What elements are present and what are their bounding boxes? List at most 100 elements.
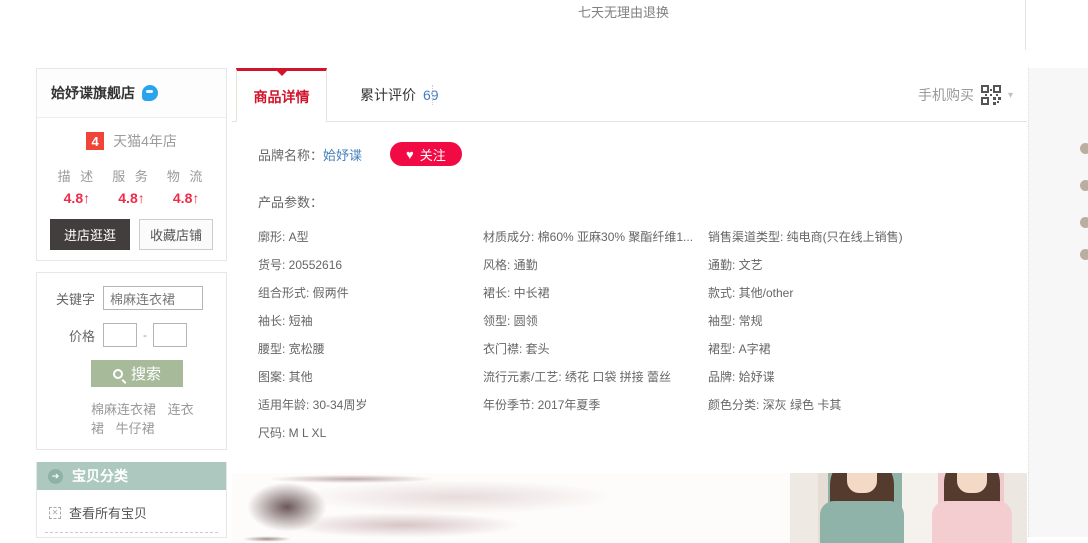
param-item: 适用年龄: 30-34周岁 (258, 391, 483, 419)
rating-value: 4.8↑ (167, 190, 206, 206)
price-min-input[interactable] (103, 323, 137, 347)
price-max-input[interactable] (153, 323, 187, 347)
rating-label: 描 述 (58, 166, 97, 185)
tab-divider (432, 85, 433, 105)
up-arrow-icon: ↑ (83, 190, 90, 206)
rating-label: 物 流 (167, 166, 206, 185)
price-label: 价格 (51, 326, 95, 345)
heart-icon: ♥ (406, 147, 414, 162)
param-item: 腰型: 宽松腰 (258, 335, 483, 363)
product-detail-panel: 商品详情 累计评价 69 手机购买 ▾ 品牌名称： 姶妤谍 (232, 68, 1027, 537)
param-item: 品牌: 姶妤谍 (708, 363, 1027, 391)
param-item: 衣门襟: 套头 (483, 335, 708, 363)
side-nav-dot[interactable] (1080, 143, 1088, 154)
param-item: 销售渠道类型: 纯电商(只在线上销售) (708, 223, 1027, 251)
chevron-down-icon: ▾ (1008, 90, 1013, 101)
search-button[interactable]: 搜索 (91, 360, 183, 387)
param-item: 领型: 圆领 (483, 307, 708, 335)
shop-header: 姶妤谍旗舰店 (37, 69, 226, 118)
params-title: 产品参数： (258, 192, 1027, 211)
side-nav-dot[interactable] (1080, 217, 1088, 228)
param-item: 组合形式: 假两件 (258, 279, 483, 307)
shop-buttons: 进店逛逛 收藏店铺 (37, 219, 226, 250)
hot-link[interactable]: 棉麻连衣裙 (91, 402, 156, 417)
model-face (957, 473, 987, 493)
view-all-items[interactable]: ✕ 查看所有宝贝 (49, 503, 226, 522)
param-item: 袖型: 常规 (708, 307, 1027, 335)
side-nav-dot[interactable] (1080, 180, 1088, 191)
brand-row: 品牌名称： 姶妤谍 ♥ 关注 (258, 142, 1027, 166)
rating-label: 服 务 (112, 166, 151, 185)
shop-search-card: 关键字 价格 - 搜索 棉麻连衣裙 连衣裙 牛仔裙 (36, 272, 227, 450)
shop-card: 姶妤谍旗舰店 4 天猫4年店 描 述 4.8↑ 服 务 4.8↑ 物 流 4.8… (36, 68, 227, 261)
tab-reviews[interactable]: 累计评价 69 (342, 68, 457, 122)
rating-desc: 描 述 4.8↑ (58, 166, 97, 206)
favorite-shop-button[interactable]: 收藏店铺 (139, 219, 213, 250)
param-item: 颜色分类: 深灰 绿色 卡其 (708, 391, 1027, 419)
mobile-buy-label: 手机购买 (918, 85, 974, 105)
param-item: 通勤: 文艺 (708, 251, 1027, 279)
category-header[interactable]: ➔ 宝贝分类 (37, 462, 226, 490)
model-face (847, 473, 877, 493)
param-item: 材质成分: 棉60% 亚麻30% 聚酯纤维1... (483, 223, 708, 251)
active-tab-arrow (277, 71, 287, 76)
keyword-label: 关键字 (51, 289, 95, 308)
params-grid: 廓形: A型 材质成分: 棉60% 亚麻30% 聚酯纤维1... 销售渠道类型:… (258, 223, 1027, 447)
param-item: 裙长: 中长裙 (483, 279, 708, 307)
shop-ratings: 描 述 4.8↑ 服 务 4.8↑ 物 流 4.8↑ (37, 166, 226, 206)
side-nav-dot[interactable] (1080, 249, 1088, 260)
rating-number: 4.8 (173, 190, 192, 206)
keyword-row: 关键字 (51, 286, 226, 310)
hot-keyword-links: 棉麻连衣裙 连衣裙 牛仔裙 (91, 400, 211, 438)
tab-detail-label: 商品详情 (254, 87, 310, 107)
service-notice: 七天无理由退换 (578, 2, 669, 21)
param-item: 货号: 20552616 (258, 251, 483, 279)
param-item: 尺码: M L XL (258, 419, 483, 447)
shop-name-link[interactable]: 姶妤谍旗舰店 (51, 83, 135, 103)
param-item: 流行元素/工艺: 绣花 口袋 拼接 蕾丝 (483, 363, 708, 391)
enter-shop-button[interactable]: 进店逛逛 (50, 219, 130, 250)
rating-value: 4.8↑ (58, 190, 97, 206)
shop-badge-row: 4 天猫4年店 (37, 131, 226, 151)
brand-label: 品牌名称： (258, 145, 323, 164)
view-all-label: 查看所有宝贝 (69, 503, 147, 522)
detail-content: 品牌名称： 姶妤谍 ♥ 关注 产品参数： 廓形: A型 材质成分: 棉60% 亚… (232, 142, 1027, 543)
tab-product-detail[interactable]: 商品详情 (236, 68, 327, 122)
category-card: ➔ 宝贝分类 ✕ 查看所有宝贝 (36, 462, 227, 538)
category-title: 宝贝分类 (72, 466, 128, 486)
search-icon (113, 369, 123, 379)
brand-name-link[interactable]: 姶妤谍 (323, 145, 362, 164)
watercolor-branch-art (232, 473, 790, 543)
mobile-buy-trigger[interactable]: 手机购买 ▾ (918, 68, 1013, 122)
tab-reviews-label: 累计评价 (360, 85, 416, 105)
shop-year-badge: 4 (86, 132, 104, 150)
shop-year-label: 天猫4年店 (113, 131, 177, 151)
rating-logistics: 物 流 4.8↑ (167, 166, 206, 206)
rating-number: 4.8 (64, 190, 83, 206)
param-item: 年份季节: 2017年夏季 (483, 391, 708, 419)
hot-link[interactable]: 牛仔裙 (116, 421, 155, 436)
price-row: 价格 - (51, 323, 226, 347)
qr-code-icon (981, 85, 1001, 105)
param-item: 风格: 通勤 (483, 251, 708, 279)
follow-brand-button[interactable]: ♥ 关注 (390, 142, 462, 166)
search-button-label: 搜索 (131, 363, 161, 384)
param-item: 廓形: A型 (258, 223, 483, 251)
rating-service: 服 务 4.8↑ (112, 166, 151, 206)
rating-value: 4.8↑ (112, 190, 151, 206)
keyword-input[interactable] (103, 286, 203, 310)
param-item: 款式: 其他/other (708, 279, 1027, 307)
param-item: 裙型: A字裙 (708, 335, 1027, 363)
dashed-divider (45, 532, 218, 533)
view-all-icon: ✕ (49, 507, 61, 519)
rating-number: 4.8 (118, 190, 137, 206)
top-divider (1025, 0, 1026, 50)
up-arrow-icon: ↑ (138, 190, 145, 206)
price-dash: - (143, 328, 147, 342)
wangwang-chat-icon[interactable] (142, 85, 158, 101)
follow-label: 关注 (420, 145, 446, 164)
param-item: 袖长: 短袖 (258, 307, 483, 335)
up-arrow-icon: ↑ (192, 190, 199, 206)
right-side-rail (1028, 68, 1088, 537)
param-item: 图案: 其他 (258, 363, 483, 391)
